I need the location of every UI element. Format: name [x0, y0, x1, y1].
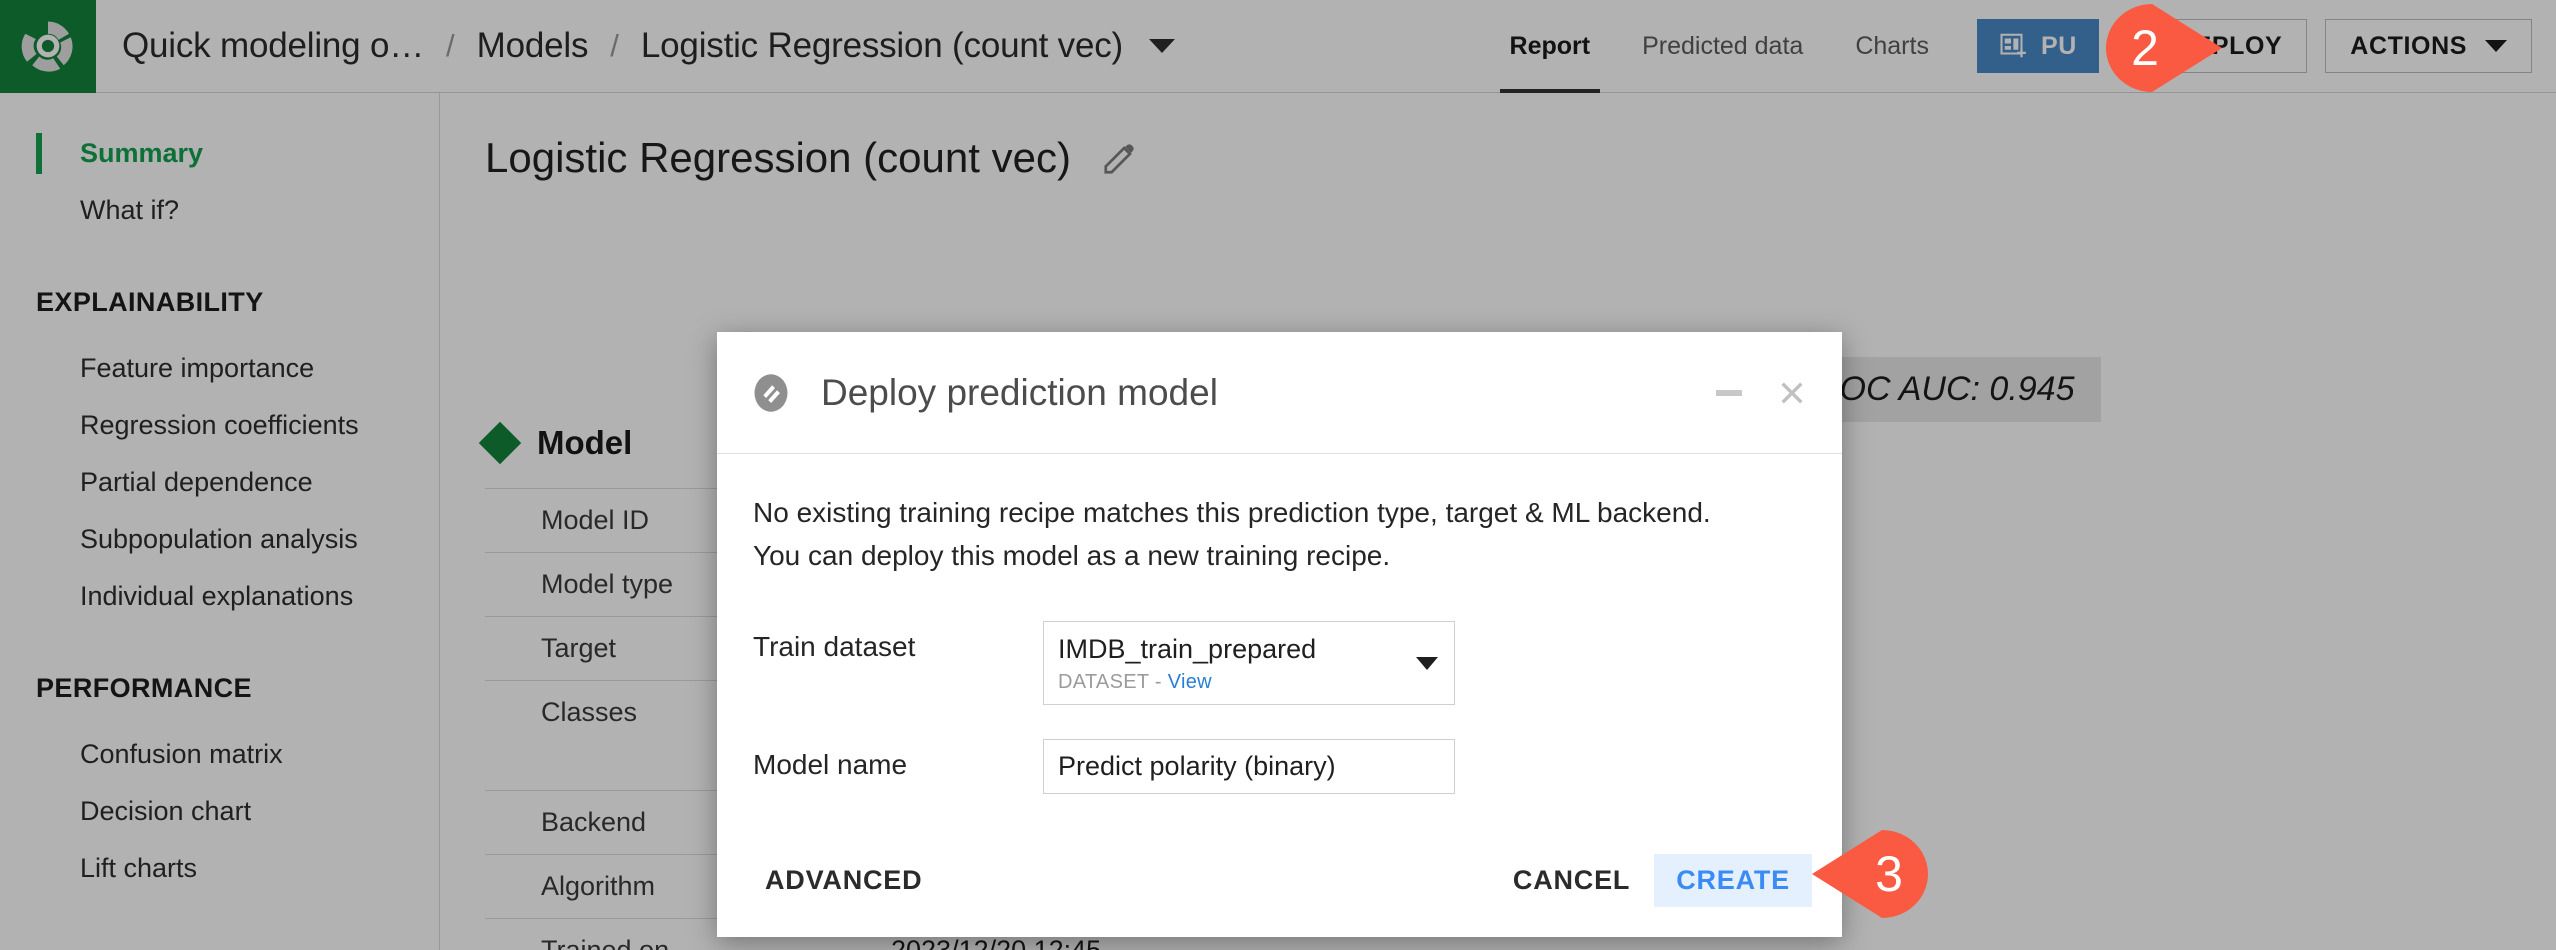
close-icon[interactable] [1776, 377, 1808, 409]
dialog-header-controls [1716, 377, 1808, 409]
callout-marker-2: 2 [2094, 2, 2222, 94]
callout-marker-3: 3 [1812, 828, 1940, 920]
deploy-model-icon [754, 373, 788, 412]
model-name-input[interactable] [1043, 739, 1455, 795]
app-root: Quick modeling o… / Models / Logistic Re… [0, 0, 2556, 950]
callout-number: 2 [2131, 20, 2159, 76]
dialog-body: No existing training recipe matches this… [717, 454, 1842, 834]
train-dataset-meta-sep: - [1154, 671, 1162, 694]
dialog-footer: ADVANCED CANCEL CREATE [717, 834, 1842, 937]
dialog-title: Deploy prediction model [821, 371, 1218, 413]
train-dataset-select[interactable]: IMDB_train_prepared DATASET - View [1043, 621, 1455, 706]
dialog-footer-actions: CANCEL CREATE [1501, 854, 1812, 908]
train-dataset-row: Train dataset IMDB_train_prepared DATASE… [753, 621, 1806, 706]
minimize-icon[interactable] [1716, 389, 1742, 396]
advanced-button[interactable]: ADVANCED [753, 855, 934, 906]
chevron-down-icon [1416, 657, 1438, 671]
train-dataset-label: Train dataset [753, 631, 916, 663]
cancel-button[interactable]: CANCEL [1501, 855, 1642, 906]
create-button[interactable]: CREATE [1654, 854, 1812, 908]
deploy-prediction-model-dialog: Deploy prediction model No existing trai… [717, 332, 1842, 938]
dialog-message-line-1: No existing training recipe matches this… [753, 497, 1711, 528]
dialog-message: No existing training recipe matches this… [753, 492, 1806, 577]
train-dataset-view-link[interactable]: View [1168, 671, 1212, 693]
train-dataset-value: IMDB_train_prepared [1058, 634, 1317, 665]
train-dataset-type: DATASET [1058, 671, 1150, 694]
model-name-label: Model name [753, 749, 908, 781]
callout-number: 3 [1875, 846, 1903, 902]
dialog-header: Deploy prediction model [717, 332, 1842, 454]
dialog-message-line-2: You can deploy this model as a new train… [753, 539, 1391, 571]
train-dataset-meta: DATASET - View [1058, 671, 1406, 694]
model-name-row: Model name [753, 739, 1806, 795]
